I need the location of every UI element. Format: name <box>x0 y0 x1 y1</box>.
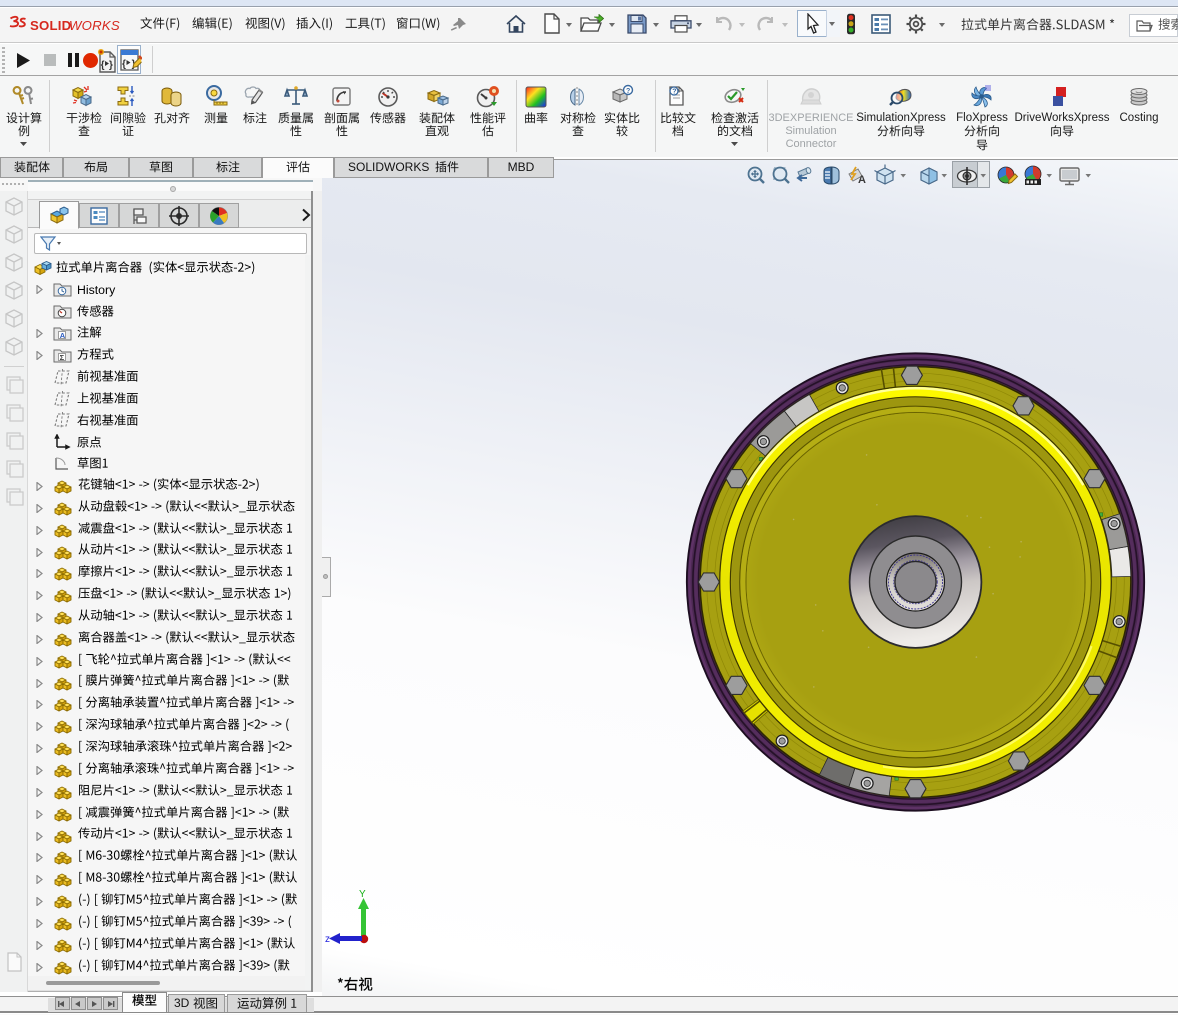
svg-text:{: { <box>101 60 105 71</box>
svg-text:}: } <box>109 60 113 71</box>
svg-text:{: { <box>122 59 126 70</box>
svg-text:z: z <box>325 934 330 945</box>
svg-text:SOLID: SOLID <box>30 18 71 33</box>
svg-text:Y: Y <box>359 889 366 900</box>
svg-text:Σ: Σ <box>60 353 65 362</box>
svg-text:A: A <box>60 331 66 340</box>
svg-text:?: ? <box>672 89 676 96</box>
svg-text:?: ? <box>626 88 630 95</box>
svg-text:A: A <box>858 174 866 186</box>
svg-text:WORKS: WORKS <box>69 18 120 33</box>
